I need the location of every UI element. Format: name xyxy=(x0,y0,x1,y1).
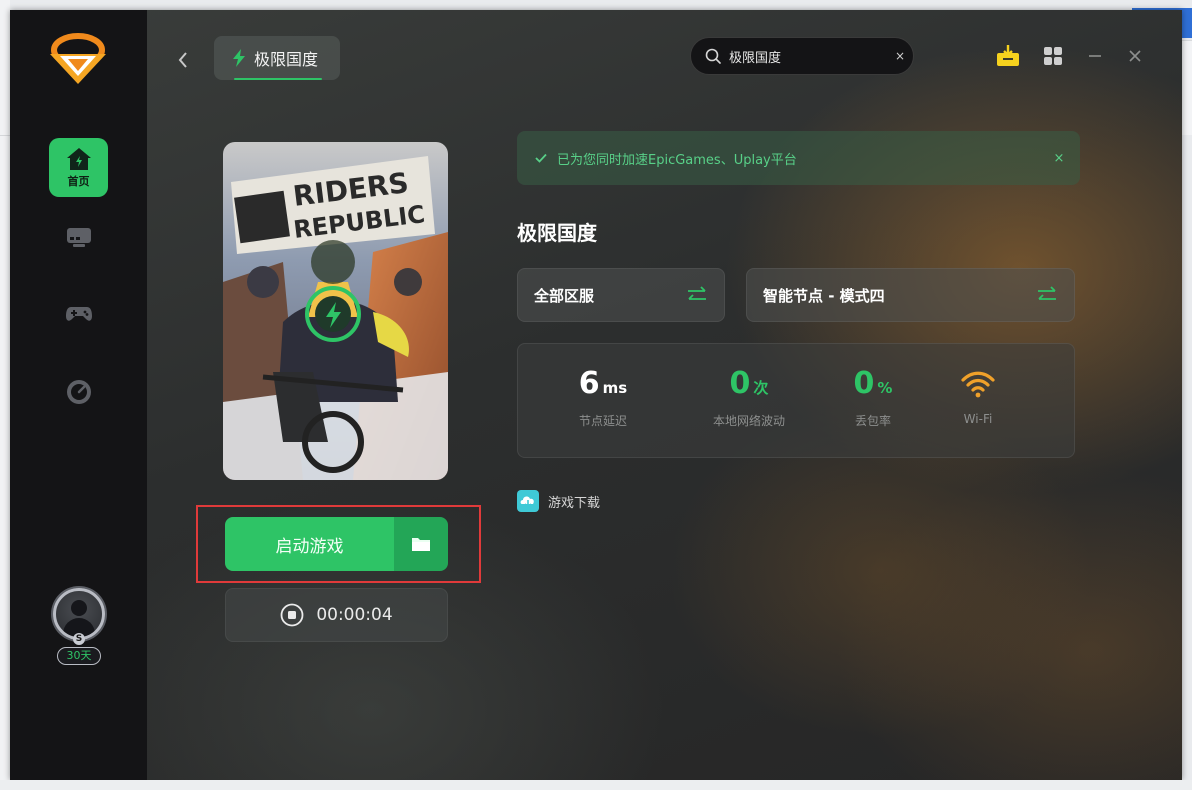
latency-unit: ms xyxy=(602,379,628,397)
launch-game-group: 启动游戏 xyxy=(225,517,448,571)
close-icon xyxy=(1129,50,1141,62)
sidebar-item-label: 首页 xyxy=(67,174,90,188)
sidebar-item-games[interactable] xyxy=(49,284,108,343)
vip-badge: S xyxy=(73,633,85,645)
node-selector[interactable]: 智能节点 - 模式四 xyxy=(746,268,1075,322)
gamepad-icon xyxy=(65,306,92,321)
game-download-label: 游戏下载 xyxy=(548,495,601,511)
cloud-download-icon xyxy=(517,490,539,512)
launch-game-button[interactable]: 启动游戏 xyxy=(225,517,394,571)
check-icon xyxy=(535,153,547,163)
tab-label: 极限国度 xyxy=(254,50,319,69)
notice-message: 已为您同时加速EpicGames、Uplay平台 xyxy=(557,152,797,168)
sidebar-item-monitor[interactable] xyxy=(49,208,108,267)
notice-close-button[interactable]: × xyxy=(1038,151,1080,166)
swap-icon xyxy=(1038,286,1056,300)
monitor-icon xyxy=(66,227,91,247)
minimize-icon xyxy=(1089,55,1101,57)
stat-packet-loss: 0% 丢包率 xyxy=(828,366,918,429)
search-value: 极限国度 xyxy=(729,50,782,66)
stat-fluctuation: 0次 本地网络波动 xyxy=(694,366,804,429)
open-folder-button[interactable] xyxy=(394,517,448,571)
fluctuation-caption: 本地网络波动 xyxy=(712,414,785,428)
game-title: 极限国度 xyxy=(517,221,597,245)
background-panel xyxy=(1182,40,1192,135)
app-window: 首页 S 30天 极限国度 极限国度 × RIDERS REPUBLIC 启动游… xyxy=(10,10,1182,780)
user-profile[interactable]: S 30天 xyxy=(47,586,111,668)
acceleration-notice: 已为您同时加速EpicGames、Uplay平台 × xyxy=(517,131,1080,185)
packet-loss-unit: % xyxy=(877,379,893,397)
tab-current-game[interactable]: 极限国度 xyxy=(214,36,340,80)
search-input[interactable]: 极限国度 × xyxy=(690,37,914,75)
packet-loss-caption: 丢包率 xyxy=(854,414,891,428)
search-clear-button[interactable]: × xyxy=(887,49,913,63)
fluctuation-value: 0 xyxy=(729,366,751,401)
lightning-icon xyxy=(233,49,245,67)
latency-caption: 节点延迟 xyxy=(578,414,627,428)
minimize-button[interactable] xyxy=(1083,44,1107,68)
stop-acceleration-button[interactable]: 00:00:04 xyxy=(225,588,448,642)
latency-value: 6 xyxy=(578,366,600,401)
game-download-link[interactable]: 游戏下载 xyxy=(517,490,600,512)
back-button[interactable] xyxy=(173,48,193,72)
swap-icon xyxy=(688,286,706,300)
folder-icon xyxy=(412,538,430,551)
tab-underline xyxy=(234,78,322,80)
inbox-download-icon xyxy=(997,45,1019,66)
network-stats-panel: 6 ms 节点延迟 0次 本地网络波动 0% 丢包率 Wi-Fi xyxy=(517,343,1075,458)
node-value: 智能节点 - 模式四 xyxy=(763,286,885,305)
stop-icon xyxy=(280,603,304,627)
wifi-icon xyxy=(961,371,995,398)
background-bottom xyxy=(0,780,1192,790)
speedometer-icon xyxy=(66,379,91,404)
search-icon xyxy=(705,48,721,64)
region-selector[interactable]: 全部区服 xyxy=(517,268,725,322)
region-value: 全部区服 xyxy=(534,286,595,305)
background-page-left xyxy=(0,0,10,790)
game-cover-image: RIDERS REPUBLIC xyxy=(223,142,448,480)
membership-days: 30天 xyxy=(57,647,101,665)
app-logo-icon xyxy=(46,32,110,88)
sidebar: 首页 S 30天 xyxy=(10,10,147,780)
sidebar-item-home[interactable]: 首页 xyxy=(49,138,108,197)
wifi-caption: Wi-Fi xyxy=(963,412,993,426)
stat-wifi: Wi-Fi xyxy=(938,366,1018,426)
acceleration-timer: 00:00:04 xyxy=(316,605,393,625)
fluctuation-unit: 次 xyxy=(753,379,769,397)
packet-loss-value: 0 xyxy=(853,366,875,401)
home-icon xyxy=(66,147,91,170)
stat-latency: 6 ms 节点延迟 xyxy=(558,366,648,429)
close-window-button[interactable] xyxy=(1123,44,1147,68)
background-divider xyxy=(0,135,10,136)
chevron-left-icon xyxy=(178,52,187,68)
download-manager-button[interactable] xyxy=(996,44,1020,68)
sidebar-item-speedtest[interactable] xyxy=(49,362,108,421)
apps-grid-button[interactable] xyxy=(1041,44,1065,68)
grid-icon xyxy=(1044,47,1062,65)
